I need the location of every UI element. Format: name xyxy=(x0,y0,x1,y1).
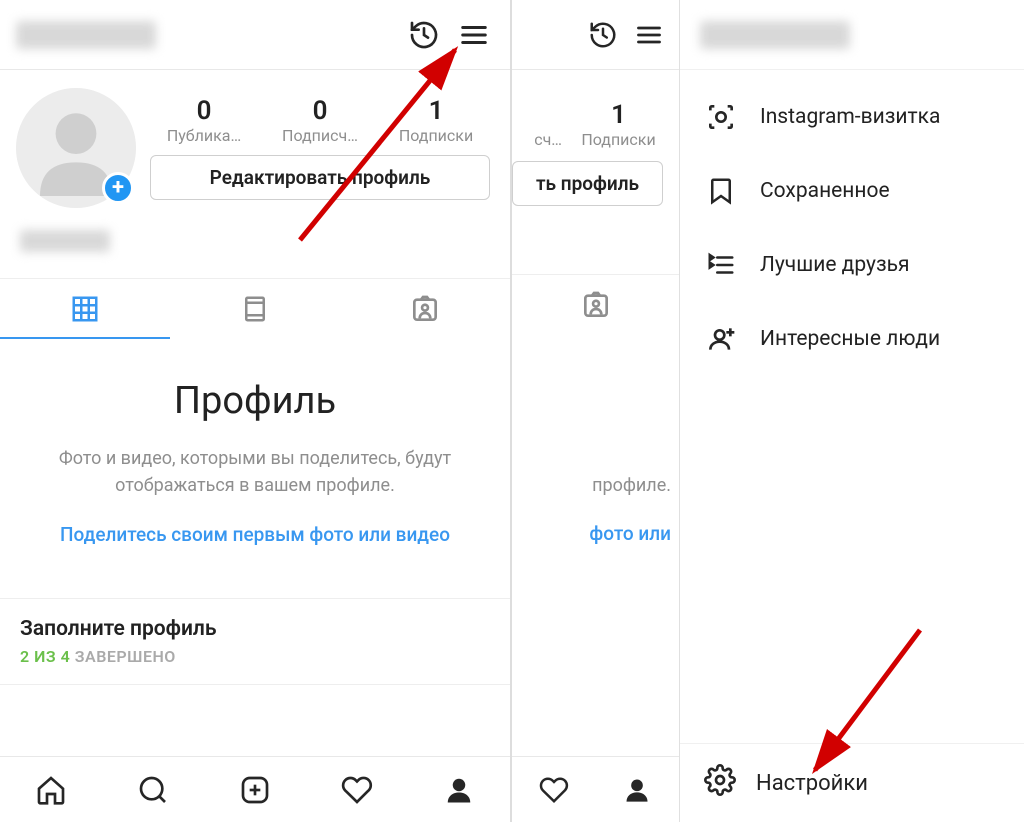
close-friends-icon xyxy=(704,248,738,282)
stat-following[interactable]: 1 Подписки xyxy=(568,100,669,149)
nav-profile-icon[interactable] xyxy=(596,757,680,822)
drawer-header xyxy=(680,0,1024,70)
drawer-item-close-friends[interactable]: Лучшие друзья xyxy=(680,228,1024,302)
nav-search-icon[interactable] xyxy=(102,757,204,822)
stat-posts[interactable]: 0 Публика… xyxy=(146,96,262,145)
header xyxy=(0,0,510,70)
nav-activity-icon[interactable] xyxy=(512,757,596,822)
activity-history-icon[interactable] xyxy=(404,15,444,55)
share-first-link[interactable]: Поделитесь своим первым фото или видео xyxy=(60,521,450,550)
drawer-item-discover[interactable]: Интересные люди xyxy=(680,302,1024,376)
stat-followers-label: Подписч… xyxy=(262,126,378,145)
side-drawer: Instagram-визитка Сохраненное Лучшие дру… xyxy=(680,0,1024,822)
tab-feed[interactable] xyxy=(170,279,340,339)
bottom-nav xyxy=(0,756,510,822)
discover-people-icon xyxy=(704,322,738,356)
add-story-badge[interactable]: + xyxy=(102,172,134,204)
nav-profile-icon[interactable] xyxy=(408,757,510,822)
bookmark-icon xyxy=(704,174,738,208)
drawer-username-blurred xyxy=(700,21,850,49)
stat-following-num: 1 xyxy=(378,96,494,126)
share-link-cut: фото или xyxy=(512,501,679,549)
drawer-label: Сохраненное xyxy=(760,179,890,203)
edit-profile-button[interactable]: Редактировать профиль xyxy=(150,155,490,200)
profile-stats-row: + 0 Публика… 0 Подписч… 1 Подписки Редак… xyxy=(0,70,510,216)
drawer-label: Instagram-визитка xyxy=(760,105,940,129)
drawer-settings[interactable]: Настройки xyxy=(680,743,1024,822)
menu-drawer-screen: сч… 1 Подписки ть профиль профиле. фото … xyxy=(512,0,1024,822)
empty-profile-block: Профиль Фото и видео, которыми вы подели… xyxy=(0,339,510,580)
stat-following[interactable]: 1 Подписки xyxy=(378,96,494,145)
drawer-label: Лучшие друзья xyxy=(760,253,910,277)
stat-followers[interactable]: 0 Подписч… xyxy=(262,96,378,145)
tab-tagged[interactable] xyxy=(512,274,679,334)
nav-home-icon[interactable] xyxy=(0,757,102,822)
hamburger-menu-icon[interactable] xyxy=(629,15,669,55)
edit-profile-button-cut[interactable]: ть профиль xyxy=(512,161,663,206)
fill-progress: 2 ИЗ 4 ЗАВЕРШЕНО xyxy=(20,647,490,666)
stat-followers-num: 0 xyxy=(262,96,378,126)
nav-activity-icon[interactable] xyxy=(306,757,408,822)
partial-profile-behind: сч… 1 Подписки ть профиль профиле. фото … xyxy=(512,0,680,822)
username-blurred xyxy=(16,21,156,49)
empty-desc: Фото и видео, которыми вы поделитесь, бу… xyxy=(30,445,480,499)
empty-desc-cut: профиле. xyxy=(512,444,679,501)
hamburger-menu-icon[interactable] xyxy=(454,15,494,55)
tab-grid[interactable] xyxy=(0,279,170,339)
tab-tagged[interactable] xyxy=(340,279,510,339)
stat-following-label: Подписки xyxy=(378,126,494,145)
fill-title: Заполните профиль xyxy=(20,617,490,641)
nav-add-icon[interactable] xyxy=(204,757,306,822)
stat-posts-num: 0 xyxy=(146,96,262,126)
nametag-icon xyxy=(704,100,738,134)
avatar-wrap[interactable]: + xyxy=(16,88,136,208)
drawer-item-nametag[interactable]: Instagram-визитка xyxy=(680,80,1024,154)
profile-tabs xyxy=(0,278,510,339)
drawer-item-saved[interactable]: Сохраненное xyxy=(680,154,1024,228)
stat-posts-label: Публика… xyxy=(146,126,262,145)
settings-gear-icon xyxy=(704,764,736,802)
stat-followers-label-cut: сч… xyxy=(512,130,562,149)
fill-profile-card[interactable]: Заполните профиль 2 ИЗ 4 ЗАВЕРШЕНО xyxy=(0,598,510,685)
settings-label: Настройки xyxy=(756,771,868,796)
display-name-blurred xyxy=(20,230,110,252)
empty-title: Профиль xyxy=(30,379,480,423)
drawer-label: Интересные люди xyxy=(760,327,940,351)
activity-history-icon[interactable] xyxy=(583,15,623,55)
profile-screen: + 0 Публика… 0 Подписч… 1 Подписки Редак… xyxy=(0,0,512,822)
